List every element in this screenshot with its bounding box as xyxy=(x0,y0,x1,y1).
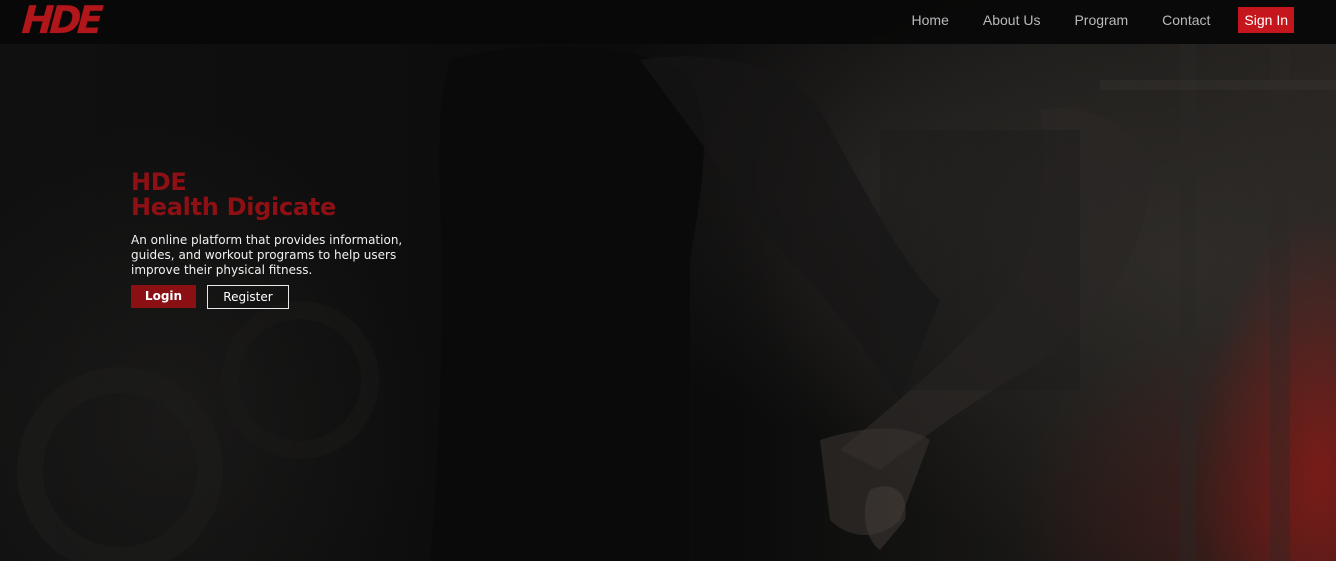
hero-description: An online platform that provides informa… xyxy=(131,233,403,277)
nav-link-about-us[interactable]: About Us xyxy=(966,7,1058,33)
hero-title-full-name: Health Digicate xyxy=(131,193,336,221)
logo[interactable]: HDE xyxy=(20,0,100,42)
login-button[interactable]: Login xyxy=(131,285,196,308)
register-button[interactable]: Register xyxy=(207,285,289,309)
athlete-silhouette-graphic xyxy=(17,40,1336,561)
nav-links: Home About Us Program Contact Sign In xyxy=(895,7,1294,33)
sign-in-button[interactable]: Sign In xyxy=(1238,7,1294,33)
top-navbar: HDE Home About Us Program Contact Sign I… xyxy=(0,0,1336,44)
hero-title-acronym: HDE xyxy=(131,168,187,196)
nav-link-home[interactable]: Home xyxy=(895,7,966,33)
hero-title: HDE Health Digicate xyxy=(131,170,336,220)
hero-background-image xyxy=(0,0,1336,561)
landing-page: HDE Home About Us Program Contact Sign I… xyxy=(0,0,1336,561)
nav-link-contact[interactable]: Contact xyxy=(1145,7,1227,33)
nav-link-program[interactable]: Program xyxy=(1057,7,1145,33)
